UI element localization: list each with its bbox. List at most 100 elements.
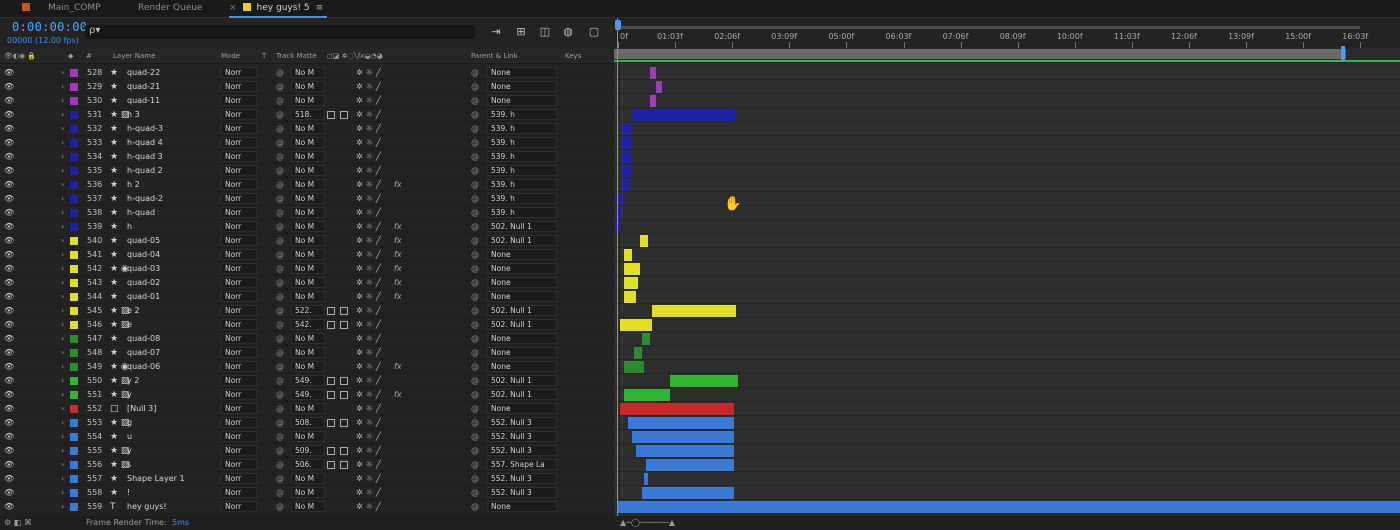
preserve-transparency-switch[interactable] (327, 391, 335, 399)
blend-mode-dropdown[interactable]: Norr (221, 501, 257, 512)
parent-pickwhip-icon[interactable]: @ (471, 108, 479, 122)
parent-pickwhip-icon[interactable]: @ (471, 234, 479, 248)
layer-name[interactable]: Shape Layer 1 (127, 472, 185, 486)
parent-dropdown[interactable]: None (487, 277, 557, 288)
expand-caret-icon[interactable]: › (61, 206, 64, 220)
blend-mode-dropdown[interactable]: Norr (221, 67, 257, 78)
layer-name[interactable]: y (127, 388, 132, 402)
blend-mode-dropdown[interactable]: Norr (221, 207, 257, 218)
parent-pickwhip-icon[interactable]: @ (471, 430, 479, 444)
visibility-eye-icon[interactable]: 👁 (4, 136, 14, 150)
layer-name[interactable]: hey guys! (127, 500, 167, 514)
matte-switch[interactable] (340, 111, 348, 119)
timeline-lane[interactable] (614, 304, 1400, 318)
track-matte-dropdown[interactable]: No M (291, 277, 325, 288)
track-matte-link-icon[interactable]: @ (276, 416, 284, 430)
preserve-transparency-switch[interactable] (327, 111, 335, 119)
parent-pickwhip-icon[interactable]: @ (471, 402, 479, 416)
layer-switches-icon[interactable]: ✲☼╱ (356, 150, 384, 164)
visibility-eye-icon[interactable]: 👁 (4, 472, 14, 486)
layer-switches-icon[interactable]: ✲☼╱ (356, 94, 384, 108)
layer-name[interactable]: quad-08 (127, 332, 160, 346)
layer-duration-bar[interactable] (622, 165, 632, 177)
blend-mode-dropdown[interactable]: Norr (221, 277, 257, 288)
layer-label-color[interactable] (70, 475, 78, 483)
layer-name-column[interactable]: Layer Name (113, 52, 155, 60)
layer-label-color[interactable] (70, 447, 78, 455)
visibility-eye-icon[interactable]: 👁 (4, 486, 14, 500)
expand-caret-icon[interactable]: › (61, 80, 64, 94)
layer-duration-bar[interactable] (622, 123, 632, 135)
parent-dropdown[interactable]: None (487, 67, 557, 78)
expand-caret-icon[interactable]: › (61, 388, 64, 402)
layer-switches-icon[interactable]: ✲☼╱ (356, 500, 384, 514)
parent-dropdown[interactable]: 502. Null 1 (487, 305, 557, 316)
layer-row[interactable]: 👁 › 538 ★ h-quad Norr @ No M ✲☼╱ @539. h (0, 206, 612, 220)
timeline-lane[interactable] (614, 374, 1400, 388)
layer-label-color[interactable] (70, 209, 78, 217)
layer-row[interactable]: 👁 › 549 ★ ◉ quad-06 Norr @ No M ✲☼╱ fx @ None (0, 360, 612, 374)
layer-label-color[interactable] (70, 363, 78, 371)
layer-label-color[interactable] (70, 139, 78, 147)
expand-caret-icon[interactable]: › (61, 402, 64, 416)
layer-row[interactable]: 👁 › 532 ★ h-quad-3 Norr @ No M ✲☼╱ @539. h (0, 122, 612, 136)
layer-switches-icon[interactable]: ✲☼╱ (356, 458, 384, 472)
timeline-lane[interactable] (614, 486, 1400, 500)
track-matte-link-icon[interactable]: @ (276, 248, 284, 262)
layer-switches-icon[interactable]: ✲☼╱ (356, 262, 384, 276)
layer-duration-bar[interactable] (652, 305, 736, 317)
visibility-eye-icon[interactable]: 👁 (4, 374, 14, 388)
blend-mode-dropdown[interactable]: Norr (221, 333, 257, 344)
parent-dropdown[interactable]: 552. Null 3 (487, 445, 557, 456)
visibility-eye-icon[interactable]: 👁 (4, 346, 14, 360)
timeline-lane[interactable] (614, 94, 1400, 108)
track-matte-dropdown[interactable]: 549. (291, 389, 325, 400)
track-matte-dropdown[interactable]: No M (291, 221, 325, 232)
layer-label-color[interactable] (70, 503, 78, 511)
track-matte-dropdown[interactable]: No M (291, 291, 325, 302)
layer-row[interactable]: 👁 › 528 ★ quad-22 Norr @ No M ✲☼╱ @ None (0, 66, 612, 80)
track-matte-link-icon[interactable]: @ (276, 178, 284, 192)
layer-duration-bar[interactable] (624, 249, 632, 261)
layer-duration-bar[interactable] (628, 417, 734, 429)
layer-name[interactable]: y 2 (127, 374, 139, 388)
timeline-lane[interactable] (614, 122, 1400, 136)
hide-shy-layers-icon[interactable]: ◫ (537, 25, 553, 39)
layer-row[interactable]: 👁 › 551 ★ ▧ y Norr @549. ✲☼╱ fx @502. Null 1 (0, 388, 612, 402)
timeline-lane[interactable] (614, 150, 1400, 164)
layer-switches-icon[interactable]: ✲☼╱ (356, 206, 384, 220)
visibility-eye-icon[interactable]: 👁 (4, 444, 14, 458)
matte-switch[interactable] (340, 461, 348, 469)
track-matte-dropdown[interactable]: No M (291, 95, 325, 106)
effects-switch[interactable]: fx (394, 178, 402, 192)
track-matte-dropdown[interactable]: 506. (291, 459, 325, 470)
blend-mode-dropdown[interactable]: Norr (221, 137, 257, 148)
blend-mode-dropdown[interactable]: Norr (221, 249, 257, 260)
expand-caret-icon[interactable]: › (61, 360, 64, 374)
timeline-lane[interactable] (614, 108, 1400, 122)
timeline-lane[interactable] (614, 388, 1400, 402)
parent-dropdown[interactable]: None (487, 501, 557, 512)
expand-caret-icon[interactable]: › (61, 416, 64, 430)
track-matte-dropdown[interactable]: No M (291, 501, 325, 512)
layer-name[interactable]: h (127, 220, 132, 234)
track-matte-dropdown[interactable]: 508. (291, 417, 325, 428)
layer-name[interactable]: h-quad 4 (127, 136, 163, 150)
blend-mode-dropdown[interactable]: Norr (221, 347, 257, 358)
parent-pickwhip-icon[interactable]: @ (471, 388, 479, 402)
layer-name[interactable]: quad-06 (127, 360, 160, 374)
expand-caret-icon[interactable]: › (61, 346, 64, 360)
layer-duration-bar[interactable] (622, 137, 632, 149)
layer-duration-bar[interactable] (642, 333, 650, 345)
parent-pickwhip-icon[interactable]: @ (471, 150, 479, 164)
track-matte-dropdown[interactable]: No M (291, 151, 325, 162)
layer-name[interactable]: quad-21 (127, 80, 160, 94)
blend-mode-dropdown[interactable]: Norr (221, 263, 257, 274)
track-matte-link-icon[interactable]: @ (276, 234, 284, 248)
layer-row[interactable]: 👁 › 531 ★ ▧ h 3 Norr @518. ✲☼╱ @539. h (0, 108, 612, 122)
visibility-eye-icon[interactable]: 👁 (4, 206, 14, 220)
layer-label-color[interactable] (70, 237, 78, 245)
parent-pickwhip-icon[interactable]: @ (471, 374, 479, 388)
tab-render-queue[interactable]: Render Queue (138, 0, 202, 18)
parent-pickwhip-icon[interactable]: @ (471, 164, 479, 178)
